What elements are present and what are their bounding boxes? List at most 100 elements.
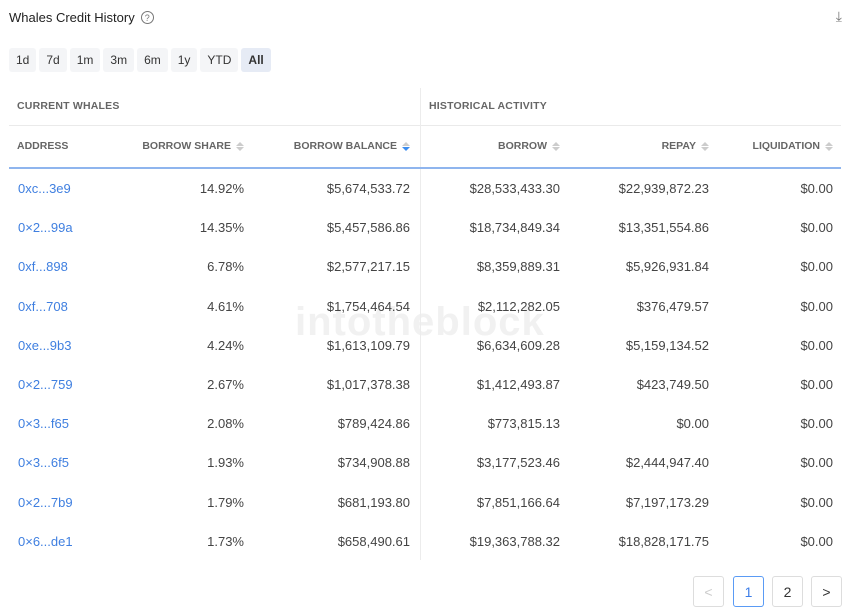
borrow-share: 4.24%	[207, 337, 244, 353]
borrow-share: 2.08%	[207, 416, 244, 432]
borrow: $773,815.13	[487, 416, 560, 432]
borrow: $8,359,889.31	[476, 259, 560, 275]
liquidation: $0.00	[800, 259, 833, 275]
range-1m[interactable]: 1m	[69, 48, 101, 72]
borrow-balance: $5,457,586.86	[326, 220, 410, 236]
liquidation: $0.00	[800, 220, 833, 236]
borrow: $1,412,493.87	[476, 377, 560, 392]
range-6m[interactable]: 6m	[137, 48, 168, 72]
range-1d[interactable]: 1d	[9, 48, 37, 72]
borrow: $2,112,282.05	[477, 298, 560, 314]
help-icon[interactable]: ?	[140, 11, 154, 24]
address-link[interactable]: 0×2...759	[18, 377, 73, 392]
page-1-button[interactable]: 1	[733, 576, 764, 607]
range-3m[interactable]: 3m	[103, 48, 135, 72]
repay: $423,749.50	[636, 377, 709, 392]
range-ytd[interactable]: YTD	[200, 48, 239, 72]
title-text: Whales Credit History	[9, 10, 135, 25]
address-link[interactable]: 0xf...898	[18, 259, 68, 274]
prev-page-button[interactable]: <	[693, 576, 724, 607]
borrow-balance: $658,490.61	[337, 533, 410, 549]
header-repay[interactable]: REPAY	[662, 140, 709, 152]
liquidation: $0.00	[800, 298, 833, 314]
table-row: 0xe...9b3 4.24% $1,613,109.79 $6,634,609.28…	[0, 327, 850, 366]
address-link[interactable]: 0xc...3e9	[18, 181, 71, 196]
header-label: LIQUIDATION	[752, 140, 820, 152]
group-current-whales: CURRENT WHALES	[17, 100, 120, 112]
borrow: $18,734,849.34	[469, 220, 560, 236]
borrow-balance: $1,017,378.38	[326, 377, 410, 392]
header-label: ADDRESS	[17, 140, 69, 152]
borrow-share: 14.35%	[199, 220, 244, 236]
repay: $2,444,947.40	[625, 455, 709, 471]
liquidation: $0.00	[800, 494, 833, 510]
borrow-share: 4.61%	[207, 298, 244, 314]
sort-icon	[701, 141, 709, 151]
header-borrow-share[interactable]: BORROW SHARE	[142, 140, 244, 152]
table-row: 0×3...6f5 1.93% $734,908.88 $3,177,523.46 $2…	[0, 444, 850, 483]
liquidation: $0.00	[800, 416, 833, 432]
table-row: 0×3...f65 2.08% $789,424.86 $773,815.13 $0.0…	[0, 405, 850, 444]
address-link[interactable]: 0xe...9b3	[18, 338, 72, 353]
borrow-balance: $789,424.86	[337, 416, 410, 432]
sort-icon	[825, 141, 833, 151]
header-borrow[interactable]: BORROW	[498, 140, 560, 152]
header-label: REPAY	[661, 140, 696, 152]
sort-desc-icon	[402, 141, 410, 151]
borrow-share: 2.67%	[207, 377, 244, 392]
table-row: 0×2...759 2.67% $1,017,378.38 $1,412,493.87…	[0, 366, 850, 405]
widget-title: Whales Credit History ?	[9, 10, 154, 25]
borrow-share: 1.93%	[207, 455, 244, 471]
repay: $22,939,872.23	[618, 181, 709, 196]
repay: $376,479.57	[636, 298, 709, 314]
address-link[interactable]: 0×2...7b9	[18, 495, 73, 510]
borrow-share: 6.78%	[207, 259, 244, 275]
borrow: $6,634,609.28	[476, 337, 560, 353]
borrow: $28,533,433.30	[469, 181, 560, 196]
address-link[interactable]: 0xf...708	[18, 299, 68, 314]
repay: $5,159,134.52	[625, 337, 709, 353]
download-icon[interactable]: ⤓	[836, 8, 842, 25]
borrow: $19,363,788.32	[469, 533, 560, 549]
borrow-share: 1.73%	[207, 533, 244, 549]
borrow-share: 14.92%	[199, 181, 244, 196]
repay: $0.00	[676, 416, 709, 432]
address-link[interactable]: 0×3...f65	[18, 416, 69, 431]
time-range-selector: 1d 7d 1m 3m 6m 1y YTD All	[9, 48, 271, 72]
range-1y[interactable]: 1y	[170, 48, 198, 72]
header-address: ADDRESS	[17, 140, 68, 152]
range-all[interactable]: All	[241, 48, 271, 72]
header-underline	[9, 167, 841, 169]
borrow-balance: $2,577,217.15	[326, 259, 410, 275]
liquidation: $0.00	[800, 181, 833, 196]
range-7d[interactable]: 7d	[39, 48, 67, 72]
header-label: BORROW	[498, 140, 547, 152]
address-link[interactable]: 0×2...99a	[18, 220, 73, 235]
header-borrow-balance[interactable]: BORROW BALANCE	[294, 140, 410, 152]
borrow-balance: $5,674,533.72	[326, 181, 410, 196]
table-row: 0×2...7b9 1.79% $681,193.80 $7,851,166.64 $7…	[0, 484, 850, 523]
borrow-balance: $1,754,464.54	[326, 298, 410, 314]
liquidation: $0.00	[800, 455, 833, 471]
header-label: BORROW SHARE	[142, 140, 231, 152]
table-row: 0xf...898 6.78% $2,577,217.15 $8,359,889.31…	[0, 248, 850, 287]
borrow-share: 1.79%	[207, 494, 244, 510]
address-link[interactable]: 0×6...de1	[18, 534, 73, 549]
borrow: $7,851,166.64	[476, 494, 560, 510]
borrow-balance: $681,193.80	[337, 494, 410, 510]
next-page-button[interactable]: >	[811, 576, 842, 607]
borrow: $3,177,523.46	[476, 455, 560, 471]
page-2-button[interactable]: 2	[772, 576, 803, 607]
address-link[interactable]: 0×3...6f5	[18, 455, 69, 470]
liquidation: $0.00	[800, 533, 833, 549]
table-row: 0×2...99a 14.35% $5,457,586.86 $18,734,849.…	[0, 209, 850, 248]
group-historical-activity: HISTORICAL ACTIVITY	[429, 100, 547, 112]
header-label: BORROW BALANCE	[293, 140, 397, 152]
sort-icon	[552, 141, 560, 151]
header-liquidation[interactable]: LIQUIDATION	[753, 140, 833, 152]
sort-icon	[236, 141, 244, 151]
borrow-balance: $734,908.88	[337, 455, 410, 471]
repay: $7,197,173.29	[625, 494, 709, 510]
table-row: 0xf...708 4.61% $1,754,464.54 $2,112,282.05…	[0, 288, 850, 327]
repay: $18,828,171.75	[618, 533, 709, 549]
